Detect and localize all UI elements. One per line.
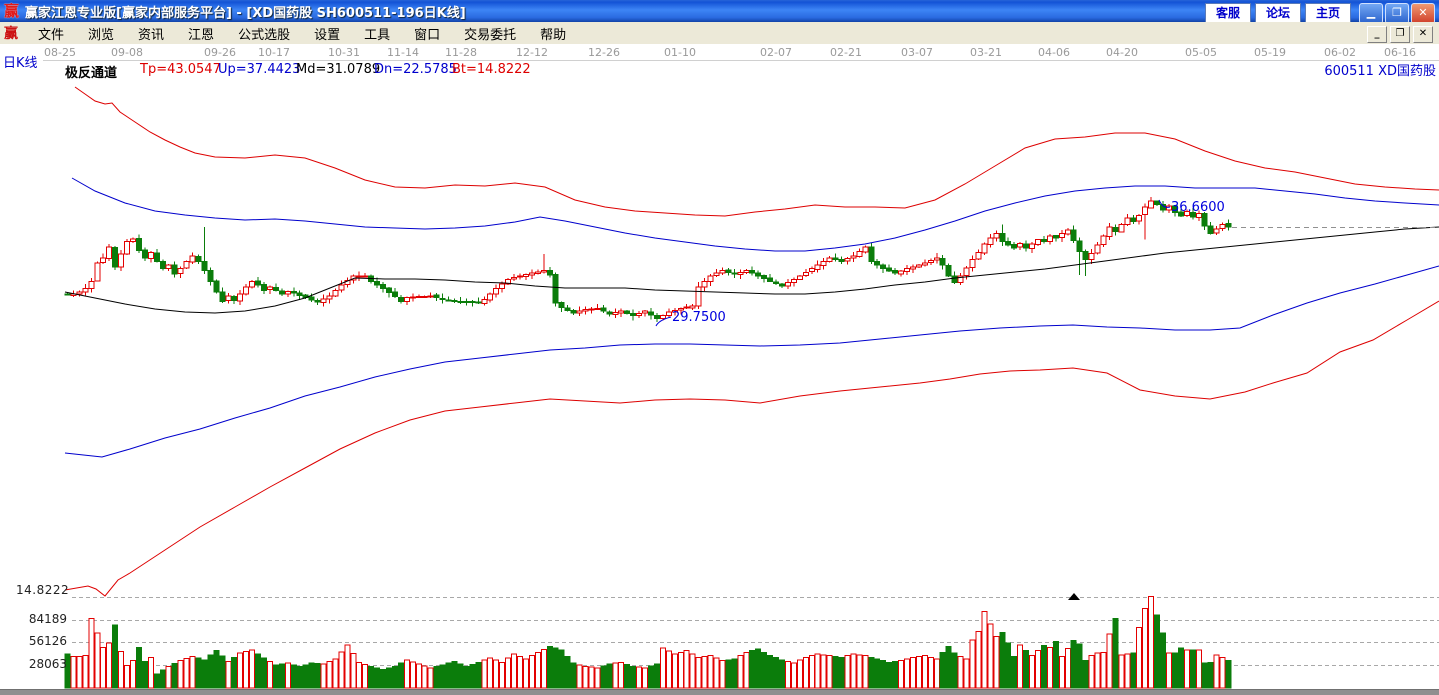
date-tick-label: 05-05	[1185, 46, 1217, 59]
marker-triangle-icon	[1068, 593, 1080, 600]
date-tick-label: 06-16	[1384, 46, 1416, 59]
date-tick-label: 11-28	[445, 46, 477, 59]
date-tick-label: 09-08	[111, 46, 143, 59]
annotation-low-price: 29.7500	[672, 310, 726, 325]
date-tick-label: 04-06	[1038, 46, 1070, 59]
date-tick-label: 01-10	[664, 46, 696, 59]
date-tick-label: 08-25	[44, 46, 76, 59]
date-tick-label: 12-12	[516, 46, 548, 59]
price-bottom-label: 14.8222	[16, 583, 70, 597]
indicator-param: Md=31.0789	[296, 62, 381, 77]
date-axis-line	[43, 60, 1439, 61]
indicator-param: Bt=14.8222	[452, 62, 531, 77]
channel-line-dn	[64, 265, 1439, 458]
channel-line-bt	[64, 300, 1439, 597]
indicator-param: Up=37.4423	[218, 62, 301, 77]
date-tick-label: 10-31	[328, 46, 360, 59]
date-tick-label: 05-19	[1254, 46, 1286, 59]
app-window: { "window": { "icon_glyph": "赢", "title"…	[0, 0, 1439, 695]
candles	[64, 197, 1232, 323]
window-bottom-edge	[0, 689, 1439, 695]
period-label[interactable]: 日K线	[3, 52, 38, 71]
date-tick-label: 12-26	[588, 46, 620, 59]
date-tick-label: 02-21	[830, 46, 862, 59]
volume-tick-label: 28063	[28, 657, 67, 671]
annotation-high-price: 36.6600	[1171, 200, 1225, 215]
date-tick-label: 03-07	[901, 46, 933, 59]
date-tick-label: 09-26	[204, 46, 236, 59]
stock-label: 600511 XD国药股	[1324, 64, 1436, 79]
channel-line-tp	[74, 86, 1439, 217]
volume-tick-label: 56126	[28, 634, 67, 648]
date-tick-label: 06-02	[1324, 46, 1356, 59]
indicator-name: 极反通道	[65, 66, 118, 81]
date-tick-label: 10-17	[258, 46, 290, 59]
date-tick-label: 11-14	[387, 46, 419, 59]
date-tick-label: 02-07	[760, 46, 792, 59]
indicator-param: Tp=43.0547	[140, 62, 221, 77]
channel-lines	[64, 86, 1439, 597]
channel-line-up	[71, 177, 1439, 252]
date-tick-label: 03-21	[970, 46, 1002, 59]
volume-tick-label: 84189	[28, 612, 67, 626]
date-tick-label: 04-20	[1106, 46, 1138, 59]
kline-chart-canvas[interactable]	[0, 0, 1439, 689]
indicator-param: Dn=22.5785	[374, 62, 457, 77]
